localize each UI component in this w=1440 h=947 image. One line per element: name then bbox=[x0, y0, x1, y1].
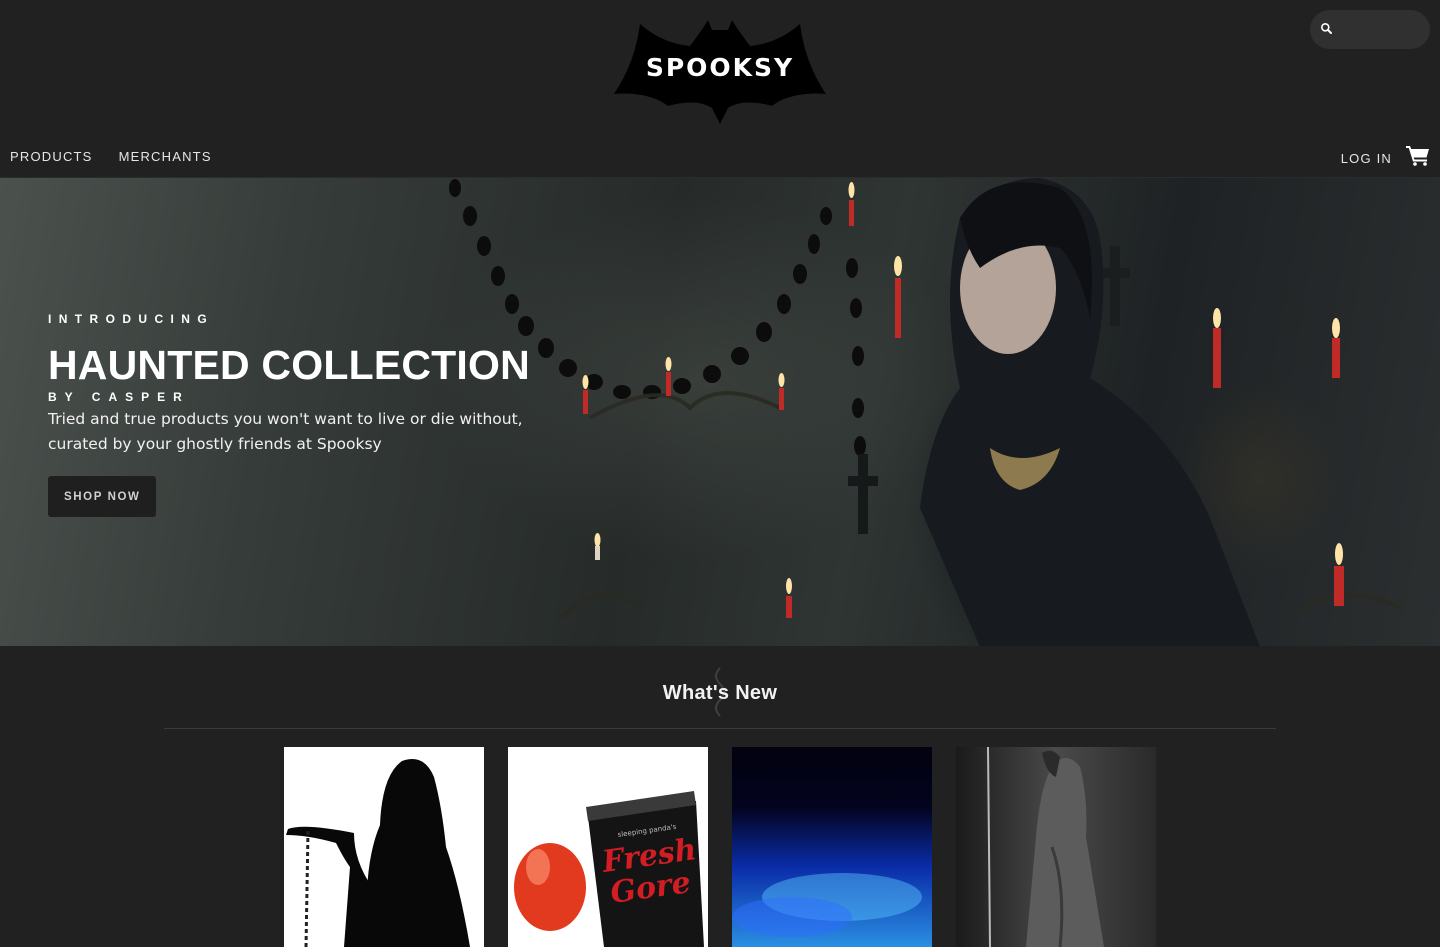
blue-fog-image bbox=[732, 747, 932, 947]
main-nav: PRODUCTS MERCHANTS bbox=[10, 149, 212, 164]
hero-content: INTRODUCING HAUNTED COLLECTION BY CASPER… bbox=[48, 312, 568, 517]
product-card-fresh-gore[interactable]: sleeping panda's Fresh Gore bbox=[508, 747, 708, 947]
hero-title: HAUNTED COLLECTION bbox=[48, 342, 530, 388]
search-input[interactable] bbox=[1338, 10, 1426, 49]
hero-eyebrow: INTRODUCING bbox=[48, 312, 215, 326]
hero-description: Tried and true products you won't want t… bbox=[48, 410, 523, 453]
product-card-ghost[interactable] bbox=[956, 747, 1156, 947]
cart-icon[interactable] bbox=[1406, 144, 1430, 166]
search-box[interactable] bbox=[1310, 10, 1430, 49]
product-card-blue-fog[interactable] bbox=[732, 747, 932, 947]
hero-byline: BY CASPER bbox=[48, 390, 190, 404]
product-grid: sleeping panda's Fresh Gore bbox=[284, 747, 1156, 947]
whats-new-title: What's New bbox=[662, 682, 778, 704]
nav-merchants-link[interactable]: MERCHANTS bbox=[119, 149, 212, 164]
whats-new-header: What's New bbox=[164, 662, 1276, 728]
site-header: SPOOKSY PRODUCTS MERCHANTS LOG IN bbox=[0, 0, 1440, 178]
search-icon[interactable] bbox=[1319, 21, 1335, 37]
hero-banner: INTRODUCING HAUNTED COLLECTION BY CASPER… bbox=[0, 177, 1440, 646]
shop-now-button[interactable]: SHOP NOW bbox=[48, 476, 157, 517]
login-link[interactable]: LOG IN bbox=[1341, 144, 1392, 166]
account-nav: LOG IN bbox=[1341, 144, 1430, 166]
section-divider bbox=[164, 728, 1276, 729]
bat-logo-icon: SPOOKSY bbox=[614, 20, 826, 124]
fresh-gore-tube-image: sleeping panda's Fresh Gore bbox=[508, 747, 708, 947]
logo-text: SPOOKSY bbox=[646, 53, 794, 82]
nav-products-link[interactable]: PRODUCTS bbox=[10, 149, 93, 164]
product-card-reaper[interactable] bbox=[284, 747, 484, 947]
spooksy-logo[interactable]: SPOOKSY bbox=[612, 16, 828, 126]
hooded-reaper-image bbox=[284, 747, 484, 947]
ghostly-figure-image bbox=[956, 747, 1156, 947]
